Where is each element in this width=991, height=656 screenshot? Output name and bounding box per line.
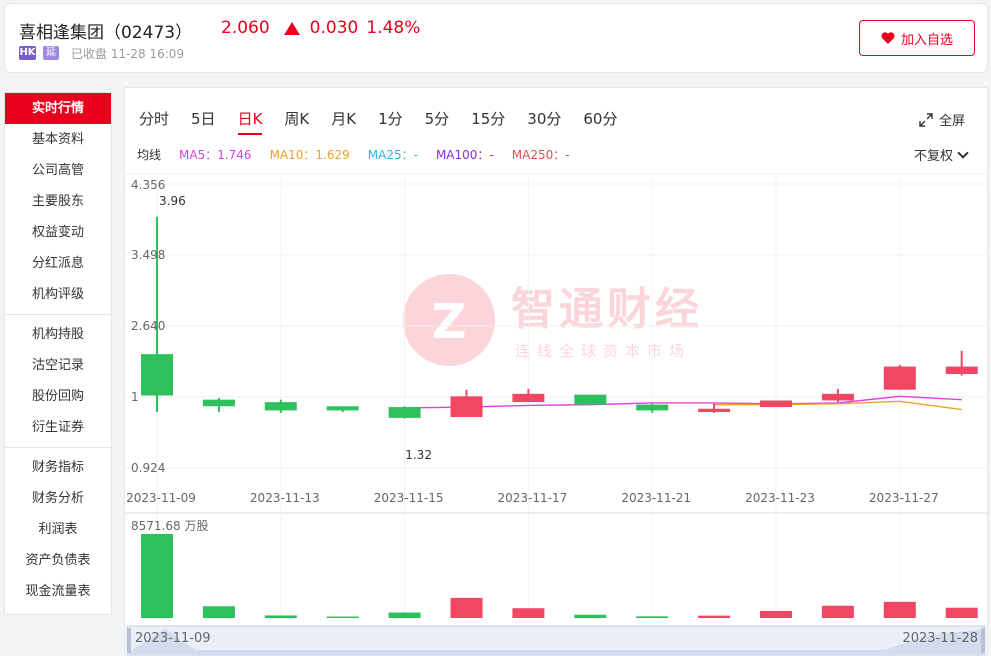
- volume-bar: [636, 616, 669, 618]
- volume-bar: [264, 615, 297, 618]
- candle-body: [636, 404, 669, 411]
- x-tick-label: 2023-11-13: [250, 491, 320, 505]
- range-slider-left-handle[interactable]: [127, 628, 131, 653]
- x-tick-label: 2023-11-15: [374, 491, 444, 505]
- low-annotation: 1.32: [405, 448, 432, 462]
- candle-body: [574, 394, 607, 405]
- candle-body: [512, 393, 545, 403]
- ma-layer: [404, 395, 962, 411]
- price-change: 0.030: [309, 18, 359, 38]
- chart-panel: 分时 5日 日K 周K 月K 1分 5分 15分 30分 60分 全屏 均线 M…: [124, 87, 989, 656]
- current-price: 2.060: [221, 18, 270, 38]
- y-tick-label: 3.498: [131, 248, 165, 262]
- sidebar-item-dividends[interactable]: 分红派息: [5, 248, 111, 279]
- candle-body: [821, 393, 854, 401]
- candle-body: [141, 354, 173, 396]
- sidebar-item-shareholders[interactable]: 主要股东: [5, 186, 111, 217]
- candle-body: [760, 400, 792, 408]
- sidebar-item-derivatives[interactable]: 衍生证券: [5, 412, 111, 443]
- sidebar-item-financial-analysis[interactable]: 财务分析: [5, 483, 111, 514]
- sidebar-item-ratings[interactable]: 机构评级: [5, 279, 111, 310]
- watermark-title: 智通财经: [511, 284, 703, 335]
- sidebar-item-short-selling[interactable]: 沽空记录: [5, 350, 111, 381]
- watermark: Z 智通财经 连线全球资本市场: [403, 274, 703, 366]
- range-start-label: 2023-11-09: [135, 631, 211, 646]
- x-tick-label: 2023-11-17: [498, 491, 568, 505]
- y-tick-label: 1: [131, 390, 139, 404]
- stock-header: 喜相逢集团（02473） 2.060 0.030 1.48% HK 延 已收盘 …: [4, 3, 988, 73]
- price-group: 2.060 0.030 1.48%: [221, 18, 420, 38]
- volume-layer: [141, 534, 978, 618]
- sidebar-item-income-statement[interactable]: 利润表: [5, 514, 111, 545]
- market-status: 已收盘 11-28 16:09: [71, 47, 185, 61]
- volume-max-label: 8571.68 万股: [131, 519, 208, 533]
- x-tick-label: 2023-11-23: [745, 491, 815, 505]
- add-watchlist-button[interactable]: 加入自选: [859, 20, 975, 56]
- sidebar-item-cash-flow[interactable]: 现金流量表: [5, 576, 111, 607]
- x-tick-label: 2023-11-27: [869, 491, 939, 505]
- y-tick-label: 2.640: [131, 319, 165, 333]
- sidebar-item-institutional-holdings[interactable]: 机构持股: [5, 319, 111, 350]
- stock-name: 喜相逢集团（02473）: [19, 23, 193, 43]
- volume-bar: [760, 610, 792, 618]
- y-tick-label: 0.924: [131, 461, 165, 475]
- volume-bar: [388, 612, 421, 618]
- watermark-subtitle: 连线全球资本市场: [515, 342, 691, 360]
- up-arrow-icon: [283, 21, 300, 35]
- sidebar-nav: 实时行情 基本资料 公司高管 主要股东 权益变动 分红派息 机构评级 机构持股 …: [4, 92, 112, 615]
- x-tick-label: 2023-11-09: [126, 491, 196, 505]
- candle-body: [450, 396, 483, 418]
- heart-icon: [881, 32, 895, 44]
- range-end-label: 2023-11-28: [902, 631, 978, 646]
- sidebar-item-buybacks[interactable]: 股份回购: [5, 381, 111, 412]
- sidebar-item-profile[interactable]: 基本资料: [5, 124, 111, 155]
- market-badge: HK: [19, 46, 36, 60]
- delay-badge: 延: [43, 46, 59, 60]
- volume-bar: [883, 601, 916, 618]
- high-annotation: 3.96: [159, 194, 186, 208]
- y-tick-label: 4.356: [131, 178, 165, 192]
- candle-body: [945, 366, 978, 374]
- candle-body: [264, 402, 297, 411]
- volume-bar: [945, 607, 978, 618]
- candle-body: [883, 366, 916, 390]
- volume-bar: [326, 616, 359, 618]
- price-change-pct: 1.48%: [366, 18, 421, 38]
- range-slider-right-handle[interactable]: [981, 628, 985, 653]
- kline-chart[interactable]: Z 智通财经 连线全球资本市场 4.356 3.498 2.640 1 0.924 202…: [125, 88, 989, 656]
- sidebar-divider: [5, 314, 111, 315]
- candle-body: [698, 408, 731, 413]
- volume-bar: [450, 597, 483, 618]
- sidebar-item-executives[interactable]: 公司高管: [5, 155, 111, 186]
- volume-bar: [512, 608, 545, 618]
- sidebar-item-financial-indicators[interactable]: 财务指标: [5, 452, 111, 483]
- range-slider[interactable]: 2023-11-09 2023-11-28: [126, 625, 986, 656]
- watermark-logo-glyph: Z: [432, 294, 467, 350]
- volume-bar: [141, 534, 173, 618]
- sidebar-item-balance-sheet[interactable]: 资产负债表: [5, 545, 111, 576]
- volume-bar: [574, 614, 607, 618]
- candle-body: [326, 406, 359, 411]
- candle-body: [388, 407, 421, 418]
- volume-bar: [821, 605, 854, 618]
- sidebar-item-equity-changes[interactable]: 权益变动: [5, 217, 111, 248]
- sidebar-divider: [5, 447, 111, 448]
- volume-bar: [698, 615, 731, 618]
- add-watchlist-label: 加入自选: [900, 32, 953, 48]
- volume-bar: [202, 606, 235, 618]
- sidebar-item-realtime[interactable]: 实时行情: [5, 93, 111, 124]
- candle-body: [202, 399, 235, 407]
- grid-layer: [125, 173, 989, 618]
- x-tick-label: 2023-11-21: [621, 491, 691, 505]
